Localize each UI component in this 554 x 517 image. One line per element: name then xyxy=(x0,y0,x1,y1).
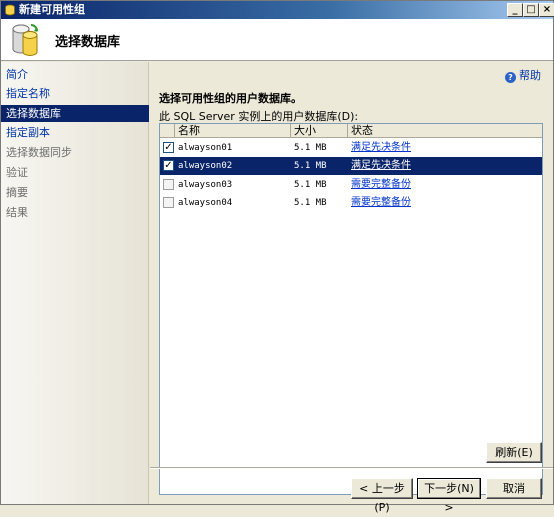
minimize-button[interactable]: _ xyxy=(507,3,523,17)
database-name: alwayson01 xyxy=(178,143,233,153)
cancel-button[interactable]: 取消 xyxy=(486,478,542,499)
close-button[interactable]: × xyxy=(539,3,554,17)
status-link[interactable]: 满足先决条件 xyxy=(351,157,411,175)
nav-item-validation: 验证 xyxy=(6,166,28,179)
row-checkbox[interactable]: ✓ xyxy=(163,160,174,171)
database-size: 5.1 MB xyxy=(294,180,327,190)
header-status[interactable]: 状态 xyxy=(348,124,542,138)
nav-item-select-databases[interactable]: 选择数据库 xyxy=(1,105,149,122)
database-grid[interactable]: 名称 大小 状态 ✓ alwayson01 5.1 MB 满足先决条件 ✓ al… xyxy=(159,123,543,495)
header-size[interactable]: 大小 xyxy=(291,124,348,138)
database-name: alwayson03 xyxy=(178,180,233,190)
nav-item-data-sync: 选择数据同步 xyxy=(6,146,72,159)
database-list-label: 此 SQL Server 实例上的用户数据库(D): xyxy=(159,110,359,123)
table-row[interactable]: alwayson04 5.1 MB 需要完整备份 xyxy=(160,194,542,212)
back-button[interactable]: < 上一步(P) xyxy=(351,478,413,514)
status-link[interactable]: 需要完整备份 xyxy=(351,194,411,212)
maximize-button[interactable]: □ xyxy=(523,3,539,17)
status-link[interactable]: 需要完整备份 xyxy=(351,176,411,194)
section-title: 选择可用性组的用户数据库。 xyxy=(159,92,302,105)
nav-item-specify-replicas[interactable]: 指定副本 xyxy=(1,124,149,141)
help-icon: ? xyxy=(505,72,516,83)
header-check-column[interactable] xyxy=(160,124,175,138)
main-panel: ? 帮助 选择可用性组的用户数据库。 此 SQL Server 实例上的用户数据库… xyxy=(150,62,553,495)
help-link[interactable]: ? 帮助 xyxy=(505,67,541,83)
database-name: alwayson02 xyxy=(178,161,233,171)
database-size: 5.1 MB xyxy=(294,143,327,153)
row-checkbox[interactable] xyxy=(163,179,174,190)
nav-item-specify-name[interactable]: 指定名称 xyxy=(1,85,149,102)
divider xyxy=(150,467,553,469)
table-row[interactable]: ✓ alwayson01 5.1 MB 满足先决条件 xyxy=(160,139,542,157)
header-name[interactable]: 名称 xyxy=(175,124,291,138)
title-bar[interactable]: 新建可用性组 _ □ × xyxy=(1,1,554,19)
database-size: 5.1 MB xyxy=(294,161,327,171)
page-header: 选择数据库 xyxy=(1,19,553,61)
row-checkbox[interactable] xyxy=(163,197,174,208)
row-checkbox[interactable]: ✓ xyxy=(163,142,174,153)
table-row[interactable]: ✓ alwayson02 5.1 MB 满足先决条件 xyxy=(160,157,542,175)
wizard-nav: 简介 指定名称 选择数据库 指定副本 选择数据同步 验证 摘要 结果 xyxy=(1,62,149,504)
page-title: 选择数据库 xyxy=(55,35,121,50)
next-button[interactable]: 下一步(N) > xyxy=(417,478,481,514)
nav-item-results: 结果 xyxy=(6,206,28,219)
table-row[interactable]: alwayson03 5.1 MB 需要完整备份 xyxy=(160,176,542,194)
grid-header: 名称 大小 状态 xyxy=(160,124,542,138)
nav-item-summary: 摘要 xyxy=(6,186,28,199)
new-availability-group-window: 新建可用性组 _ □ × 选择数据库 简介 指定名称 选择数据库 指定副本 选择… xyxy=(0,0,554,514)
database-icon xyxy=(5,4,15,16)
refresh-button[interactable]: 刷新(E) xyxy=(486,442,542,463)
nav-item-intro[interactable]: 简介 xyxy=(1,66,149,83)
database-name: alwayson04 xyxy=(178,198,233,208)
database-size: 5.1 MB xyxy=(294,198,327,208)
help-label: 帮助 xyxy=(519,69,541,82)
availability-database-icon xyxy=(12,24,38,56)
window-title: 新建可用性组 xyxy=(19,3,85,16)
status-link[interactable]: 满足先决条件 xyxy=(351,139,411,157)
